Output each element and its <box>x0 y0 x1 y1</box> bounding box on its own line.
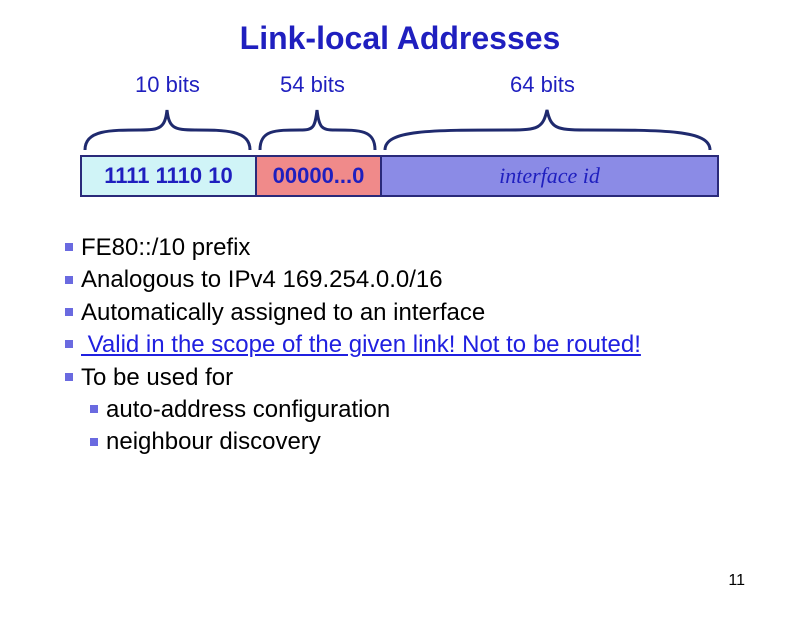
bullet-prefix: FE80::/10 prefix <box>65 232 740 264</box>
field-zeros: 00000...0 <box>257 157 382 195</box>
sub-bullet-autoconf: auto-address configuration <box>90 394 740 426</box>
bullet-used-for: To be used for <box>65 362 740 394</box>
field-interface-id: interface id <box>382 157 717 195</box>
bullet-prefix-text: FE80::/10 prefix <box>81 234 250 261</box>
page-number: 11 <box>728 572 745 590</box>
brace-3 <box>380 100 715 155</box>
bits-label-10: 10 bits <box>135 72 200 98</box>
bits-label-64: 64 bits <box>510 72 575 98</box>
bullet-used-for-text: To be used for <box>81 364 233 391</box>
bullet-valid-scope: Valid in the scope of the given link! No… <box>65 329 740 361</box>
brace-2 <box>255 100 380 155</box>
page-title: Link-local Addresses <box>0 20 800 57</box>
bits-label-54: 54 bits <box>280 72 345 98</box>
bullet-analogous: Analogous to IPv4 169.254.0.0/16 <box>65 264 740 296</box>
sub-bullet-neighbour-text: neighbour discovery <box>106 428 321 455</box>
address-diagram: 10 bits 54 bits 64 bits 1111 1110 10 000… <box>80 72 720 202</box>
sub-bullet-neighbour: neighbour discovery <box>90 426 740 458</box>
address-fields: 1111 1110 10 00000...0 interface id <box>80 155 719 197</box>
bullet-analogous-text: Analogous to IPv4 169.254.0.0/16 <box>81 266 443 293</box>
bullet-auto-assigned: Automatically assigned to an interface <box>65 297 740 329</box>
field-prefix: 1111 1110 10 <box>82 157 257 195</box>
bullet-valid-scope-text: Valid in the scope of the given link! No… <box>81 331 641 358</box>
bullet-auto-assigned-text: Automatically assigned to an interface <box>81 299 485 326</box>
sub-bullet-autoconf-text: auto-address configuration <box>106 396 390 423</box>
brace-1 <box>80 100 255 155</box>
content-body: FE80::/10 prefix Analogous to IPv4 169.2… <box>65 232 740 459</box>
